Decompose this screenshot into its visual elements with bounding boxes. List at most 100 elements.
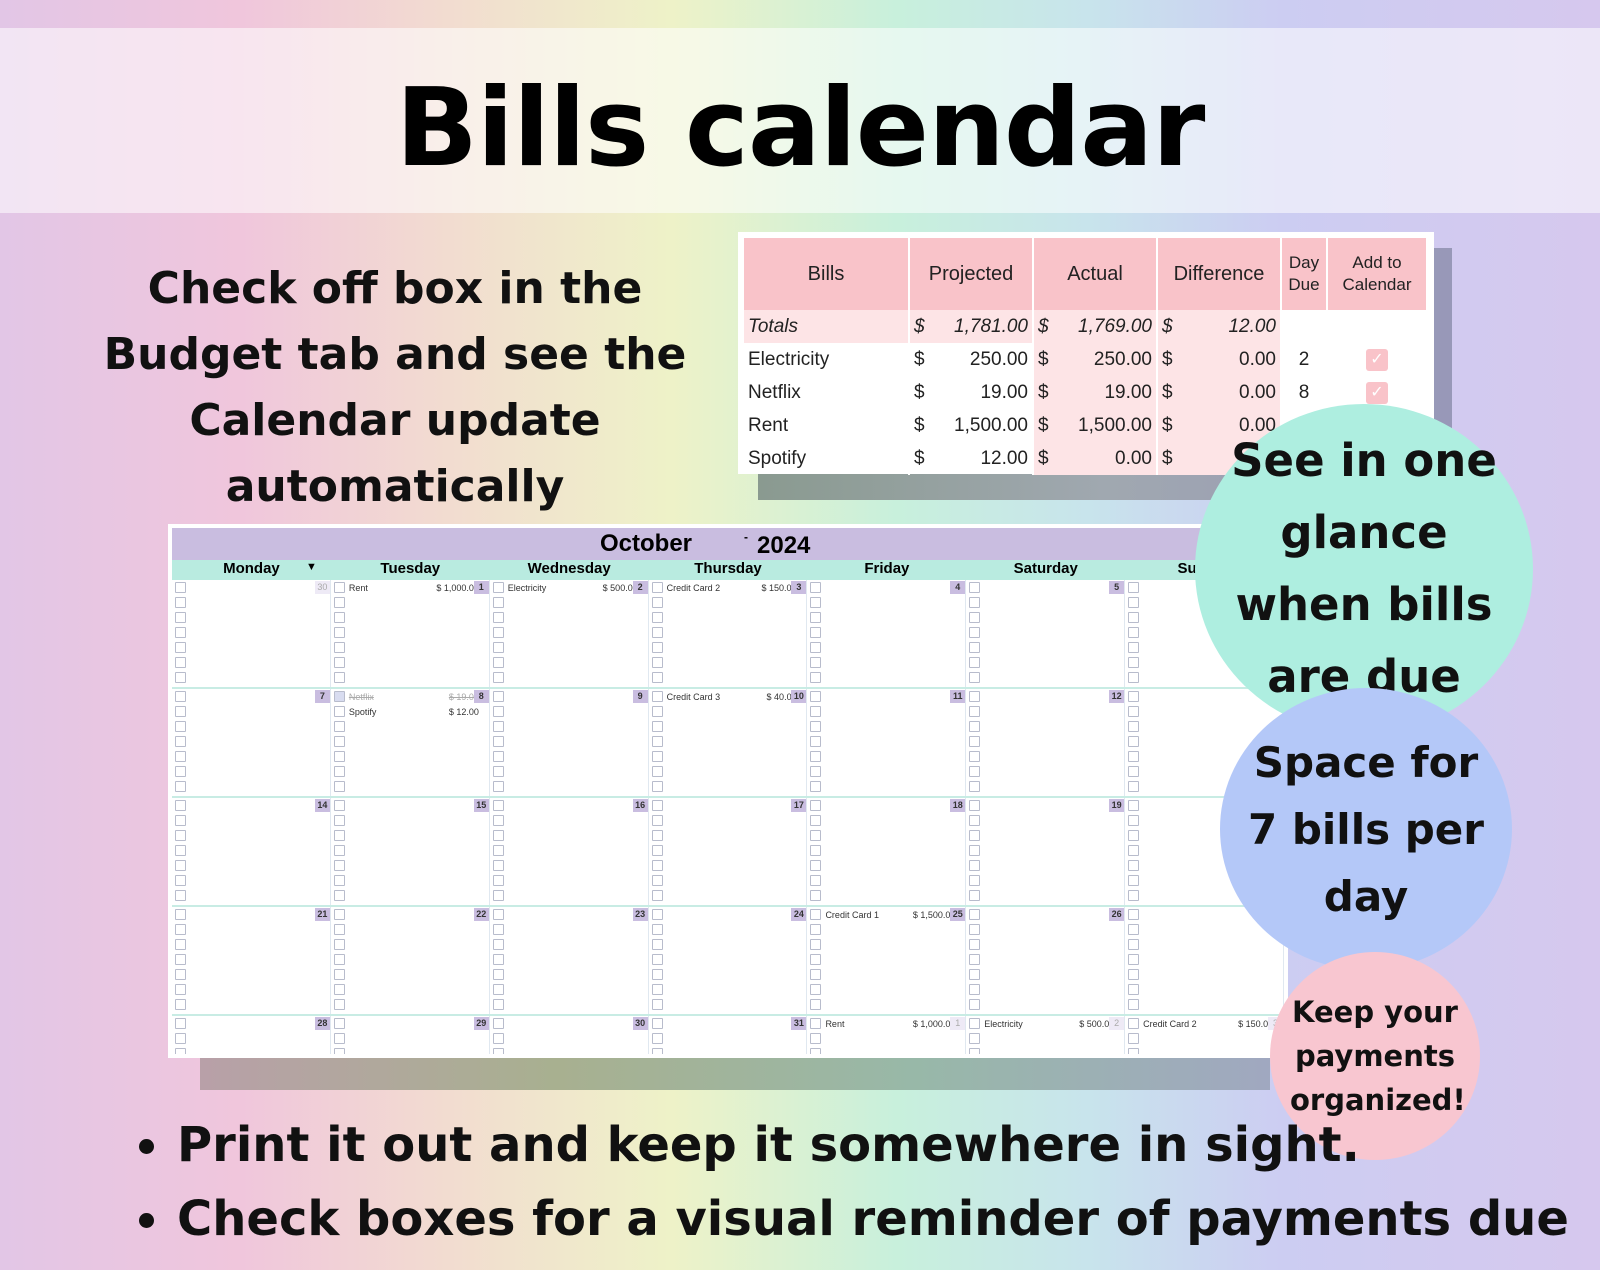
bill-checkbox[interactable] <box>651 736 663 747</box>
bill-checkbox[interactable] <box>1128 1048 1140 1054</box>
bill-checkbox[interactable] <box>175 924 186 935</box>
bill-checkbox[interactable] <box>969 736 981 747</box>
bill-checkbox[interactable] <box>810 999 822 1010</box>
bill-checkbox[interactable] <box>651 691 663 702</box>
bill-checkbox[interactable] <box>1128 706 1140 717</box>
bill-checkbox[interactable] <box>651 582 663 593</box>
bill-checkbox[interactable] <box>492 612 504 623</box>
bill-checkbox[interactable] <box>969 875 981 886</box>
bill-checkbox[interactable] <box>333 657 345 668</box>
bill-checkbox[interactable] <box>969 1018 981 1029</box>
bill-checkbox[interactable] <box>333 627 345 638</box>
bill-checkbox[interactable] <box>175 984 186 995</box>
bill-checkbox[interactable] <box>810 1033 822 1044</box>
bill-checkbox[interactable] <box>492 830 504 841</box>
bill-checkbox[interactable] <box>810 954 822 965</box>
bill-checkbox[interactable] <box>1128 642 1140 653</box>
bill-checkbox[interactable] <box>810 890 822 901</box>
bill-checkbox[interactable] <box>333 691 345 702</box>
bill-checkbox[interactable] <box>1128 984 1140 995</box>
bill-checkbox[interactable] <box>1128 736 1140 747</box>
bill-checkbox[interactable] <box>333 1048 345 1054</box>
bill-checkbox[interactable] <box>1128 939 1140 950</box>
bill-checkbox[interactable] <box>1128 627 1140 638</box>
bill-checkbox[interactable] <box>175 1033 186 1044</box>
bill-checkbox[interactable] <box>333 766 345 777</box>
bill-checkbox[interactable] <box>333 800 345 811</box>
add-to-calendar-checkbox[interactable]: ✓ <box>1366 349 1388 371</box>
bill-checkbox[interactable] <box>651 875 663 886</box>
bill-checkbox[interactable] <box>651 984 663 995</box>
bill-checkbox[interactable] <box>651 721 663 732</box>
bill-checkbox[interactable] <box>810 984 822 995</box>
bill-checkbox[interactable] <box>492 815 504 826</box>
bill-checkbox[interactable] <box>969 969 981 980</box>
bill-checkbox[interactable] <box>175 582 186 593</box>
bill-checkbox[interactable] <box>651 954 663 965</box>
bill-checkbox[interactable] <box>492 1033 504 1044</box>
bill-checkbox[interactable] <box>969 999 981 1010</box>
bill-checkbox[interactable] <box>175 627 186 638</box>
bill-checkbox[interactable] <box>175 969 186 980</box>
bill-checkbox[interactable] <box>333 909 345 920</box>
bill-checkbox[interactable] <box>492 781 504 792</box>
bill-checkbox[interactable] <box>969 830 981 841</box>
bill-checkbox[interactable] <box>1128 1033 1140 1044</box>
bill-checkbox[interactable] <box>651 860 663 871</box>
bill-checkbox[interactable] <box>1128 612 1140 623</box>
bill-checkbox[interactable] <box>175 672 186 683</box>
dropdown-arrow-icon[interactable]: ▼ <box>306 561 317 573</box>
bill-checkbox[interactable] <box>175 890 186 901</box>
bill-checkbox[interactable] <box>333 924 345 935</box>
bill-checkbox[interactable] <box>492 627 504 638</box>
bill-checkbox[interactable] <box>1128 860 1140 871</box>
bill-checkbox[interactable] <box>810 642 822 653</box>
bill-checkbox[interactable] <box>969 1033 981 1044</box>
bill-checkbox[interactable] <box>1128 1018 1140 1029</box>
bill-checkbox[interactable] <box>810 721 822 732</box>
bill-checkbox[interactable] <box>333 706 345 717</box>
add-to-calendar-checkbox[interactable]: ✓ <box>1366 382 1388 404</box>
bill-checkbox[interactable] <box>492 1048 504 1054</box>
bill-checkbox[interactable] <box>175 875 186 886</box>
bill-checkbox[interactable] <box>492 766 504 777</box>
bill-checkbox[interactable] <box>969 582 981 593</box>
bill-checkbox[interactable] <box>810 751 822 762</box>
bill-checkbox[interactable] <box>810 830 822 841</box>
bill-checkbox[interactable] <box>810 582 822 593</box>
bill-checkbox[interactable] <box>175 766 186 777</box>
bill-checkbox[interactable] <box>492 1018 504 1029</box>
bill-checkbox[interactable] <box>969 909 981 920</box>
bill-checkbox[interactable] <box>175 736 186 747</box>
bill-checkbox[interactable] <box>1128 582 1140 593</box>
bill-checkbox[interactable] <box>175 909 186 920</box>
bill-checkbox[interactable] <box>492 939 504 950</box>
bill-checkbox[interactable] <box>175 845 186 856</box>
bill-checkbox[interactable] <box>651 800 663 811</box>
bill-checkbox[interactable] <box>651 627 663 638</box>
bill-checkbox[interactable] <box>969 860 981 871</box>
bill-checkbox[interactable] <box>651 1048 663 1054</box>
bill-checkbox[interactable] <box>651 999 663 1010</box>
bill-checkbox[interactable] <box>175 781 186 792</box>
bill-checkbox[interactable] <box>492 984 504 995</box>
bill-checkbox[interactable] <box>810 939 822 950</box>
year-select[interactable]: 2024 <box>757 532 810 560</box>
bill-day-due[interactable]: 2 <box>1281 343 1328 376</box>
bill-checkbox[interactable] <box>1128 909 1140 920</box>
bill-checkbox[interactable] <box>175 706 186 717</box>
bill-checkbox[interactable] <box>969 706 981 717</box>
bill-checkbox[interactable] <box>651 969 663 980</box>
bill-checkbox[interactable] <box>175 939 186 950</box>
bill-checkbox[interactable] <box>810 924 822 935</box>
bill-checkbox[interactable] <box>969 766 981 777</box>
bill-checkbox[interactable] <box>810 766 822 777</box>
bill-checkbox[interactable] <box>492 875 504 886</box>
bill-checkbox[interactable] <box>492 642 504 653</box>
bill-checkbox[interactable] <box>492 672 504 683</box>
bill-checkbox[interactable] <box>969 642 981 653</box>
bill-checkbox[interactable] <box>492 721 504 732</box>
bill-checkbox[interactable] <box>492 924 504 935</box>
bill-checkbox[interactable] <box>1128 924 1140 935</box>
bill-checkbox[interactable] <box>333 815 345 826</box>
